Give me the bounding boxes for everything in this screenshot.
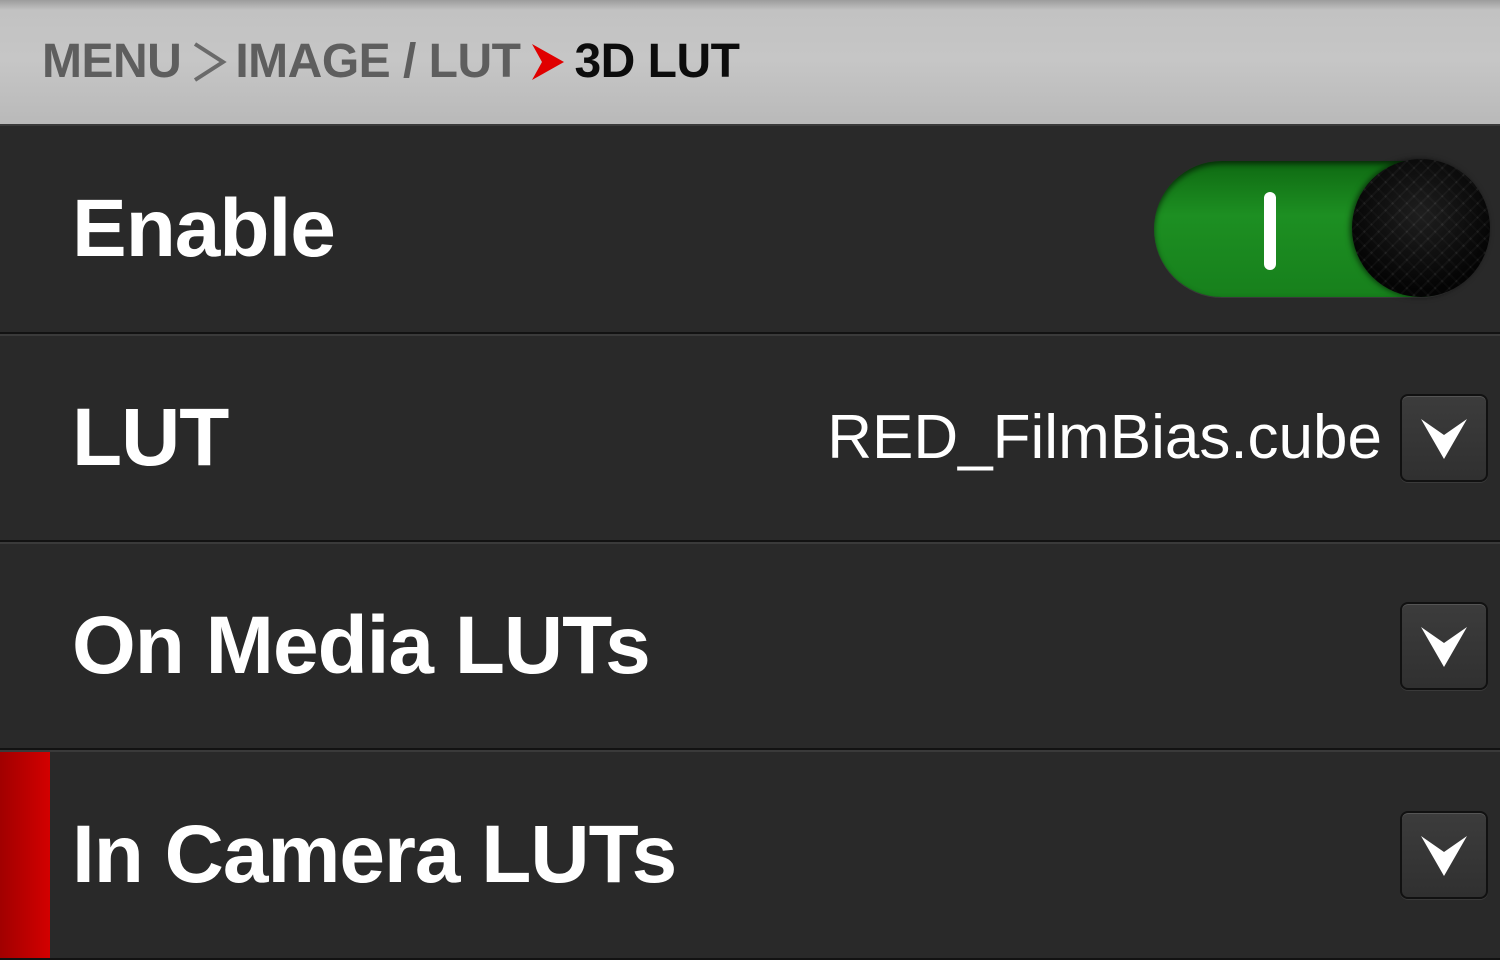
in-camera-luts-dropdown-button[interactable]	[1400, 811, 1488, 899]
enable-toggle[interactable]	[1154, 159, 1490, 297]
chevron-right-icon	[191, 40, 228, 84]
chevron-right-icon	[530, 40, 566, 84]
selection-indicator	[0, 752, 50, 958]
chevron-down-icon	[1421, 419, 1467, 459]
chevron-down-icon	[1421, 836, 1467, 876]
breadcrumb-3d-lut: 3D LUT	[574, 35, 740, 88]
breadcrumb-menu[interactable]: MENU	[42, 38, 182, 86]
toggle-on-icon	[1264, 192, 1276, 270]
on-media-luts-label: On Media LUTs	[72, 600, 651, 691]
breadcrumb: MENU IMAGE / LUT 3D LUT	[0, 0, 1500, 124]
lut-label: LUT	[72, 392, 229, 483]
lut-dropdown-button[interactable]	[1400, 394, 1488, 482]
toggle-knob[interactable]	[1352, 159, 1490, 297]
on-media-luts-dropdown-button[interactable]	[1400, 602, 1488, 690]
chevron-down-icon	[1421, 627, 1467, 667]
3d-lut-screen: MENU IMAGE / LUT 3D LUT Enable LUT RED_F…	[0, 0, 1500, 960]
enable-row[interactable]: Enable	[0, 124, 1500, 334]
enable-label: Enable	[72, 183, 336, 274]
in-camera-luts-label: In Camera LUTs	[72, 809, 677, 900]
lut-row[interactable]: LUT RED_FilmBias.cube	[0, 334, 1500, 542]
on-media-luts-row[interactable]: On Media LUTs	[0, 542, 1500, 750]
breadcrumb-image-lut[interactable]: IMAGE / LUT	[235, 38, 521, 86]
in-camera-luts-row[interactable]: In Camera LUTs	[0, 750, 1500, 960]
lut-value: RED_FilmBias.cube	[827, 403, 1382, 472]
